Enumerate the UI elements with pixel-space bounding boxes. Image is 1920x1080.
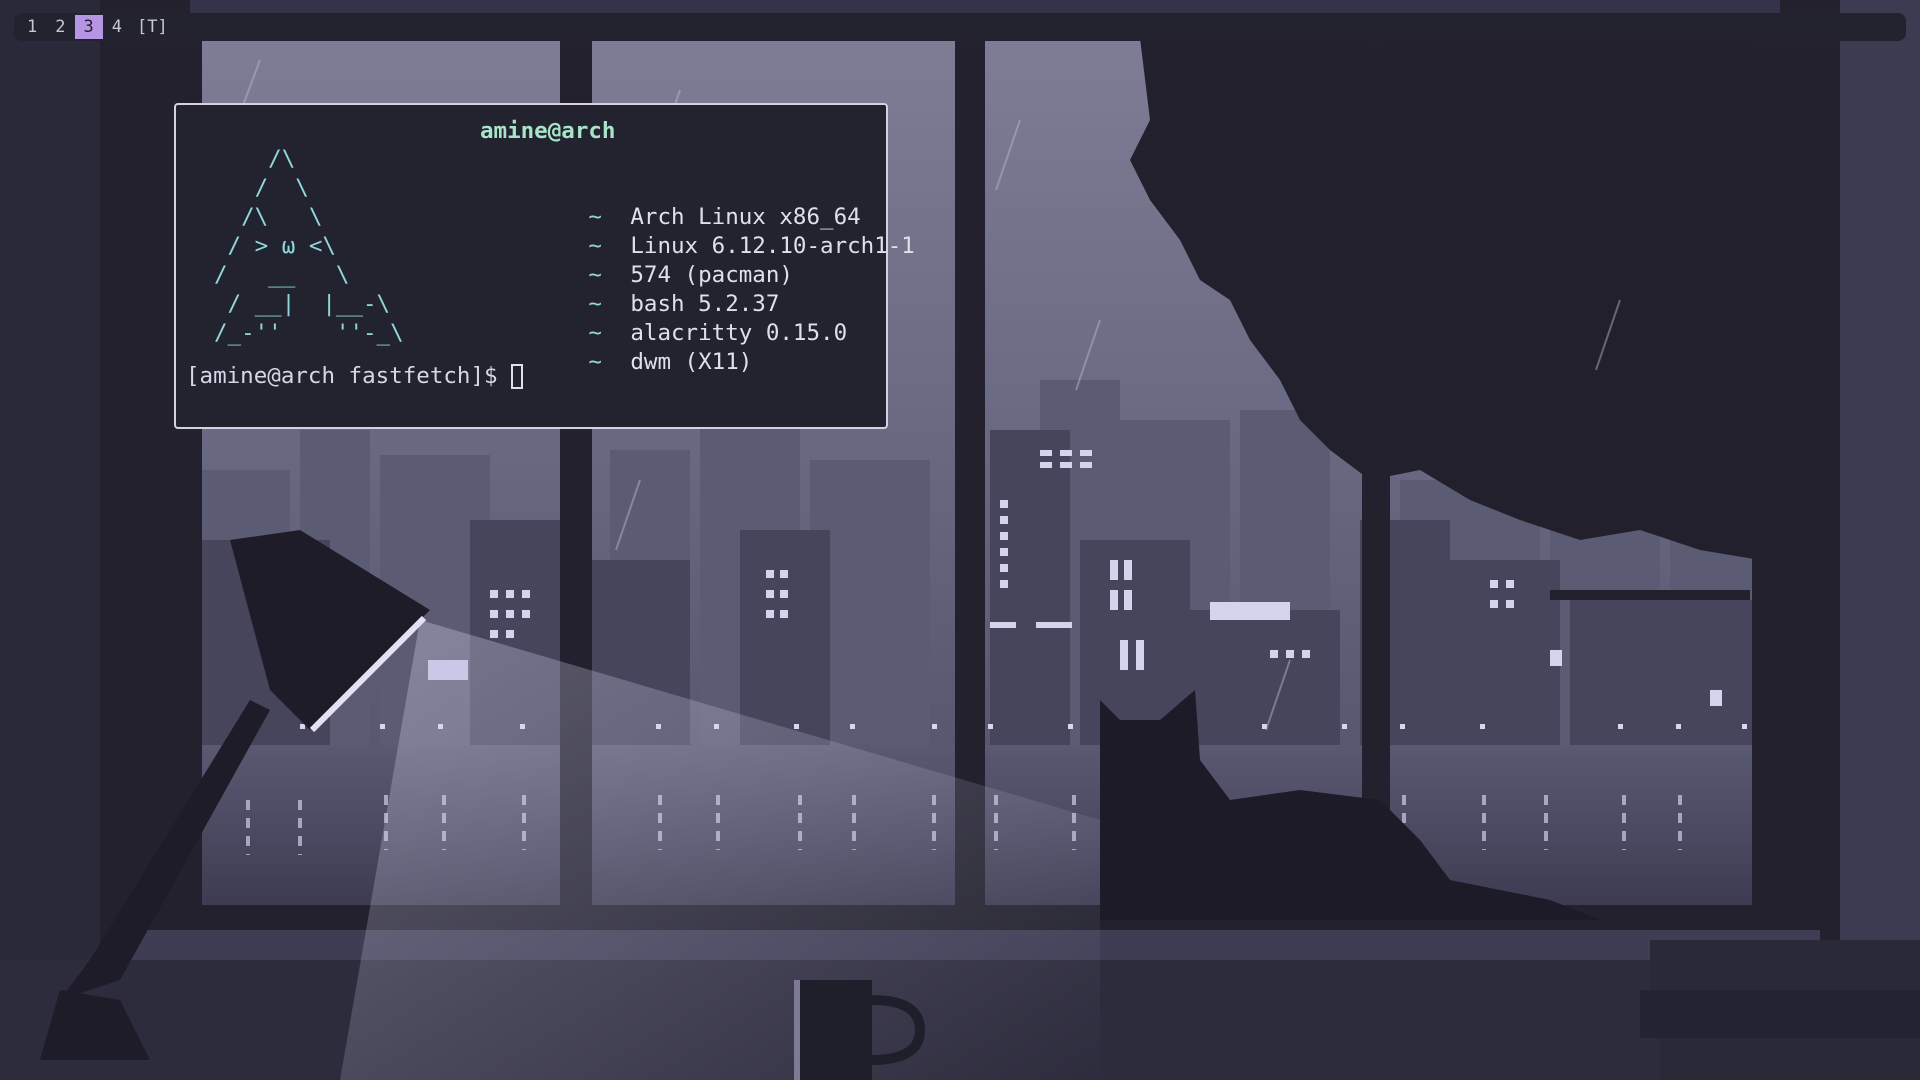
- shell-prompt: [amine@arch fastfetch]$: [186, 363, 498, 389]
- tag-3-active[interactable]: 3: [74, 15, 103, 39]
- info-value: Linux 6.12.10-arch1-1: [630, 233, 915, 259]
- info-value: dwm (X11): [630, 349, 753, 375]
- layout-indicator[interactable]: [T]: [137, 17, 168, 37]
- tag-2[interactable]: 2: [46, 15, 74, 39]
- info-value: 574 (pacman): [630, 262, 793, 288]
- tilde-icon: ~: [588, 320, 602, 346]
- arch-logo: /\ / \ /\ \ / > ω <\ / __ \ / __| |__-\ …: [214, 146, 404, 346]
- tag-4[interactable]: 4: [103, 15, 131, 39]
- info-value: Arch Linux x86_64: [630, 204, 861, 230]
- tilde-icon: ~: [588, 233, 602, 259]
- fastfetch-userhost: amine@arch: [480, 118, 616, 144]
- desktop: 1 2 3 4 [T] /\ / \ /\ \ / > ω <\ / __ \ …: [0, 0, 1920, 1080]
- tilde-icon: ~: [588, 204, 602, 230]
- terminal-window[interactable]: /\ / \ /\ \ / > ω <\ / __ \ / __| |__-\ …: [174, 103, 915, 429]
- info-value: alacritty 0.15.0: [630, 320, 848, 346]
- text-cursor: [510, 364, 523, 389]
- tilde-icon: ~: [588, 262, 602, 288]
- status-bar: 1 2 3 4 [T]: [14, 13, 1906, 41]
- books-icon: [1640, 940, 1920, 1080]
- tag-1[interactable]: 1: [18, 15, 46, 39]
- fastfetch-info: ~ Arch Linux x86_64 ~ Linux 6.12.10-arch1-…: [480, 174, 915, 375]
- tilde-icon: ~: [588, 291, 602, 317]
- info-os: ~ Arch Linux x86_64: [480, 174, 915, 230]
- tilde-icon: ~: [588, 349, 602, 375]
- info-value: bash 5.2.37: [630, 291, 780, 317]
- shell-prompt-line[interactable]: [amine@arch fastfetch]$: [186, 362, 523, 391]
